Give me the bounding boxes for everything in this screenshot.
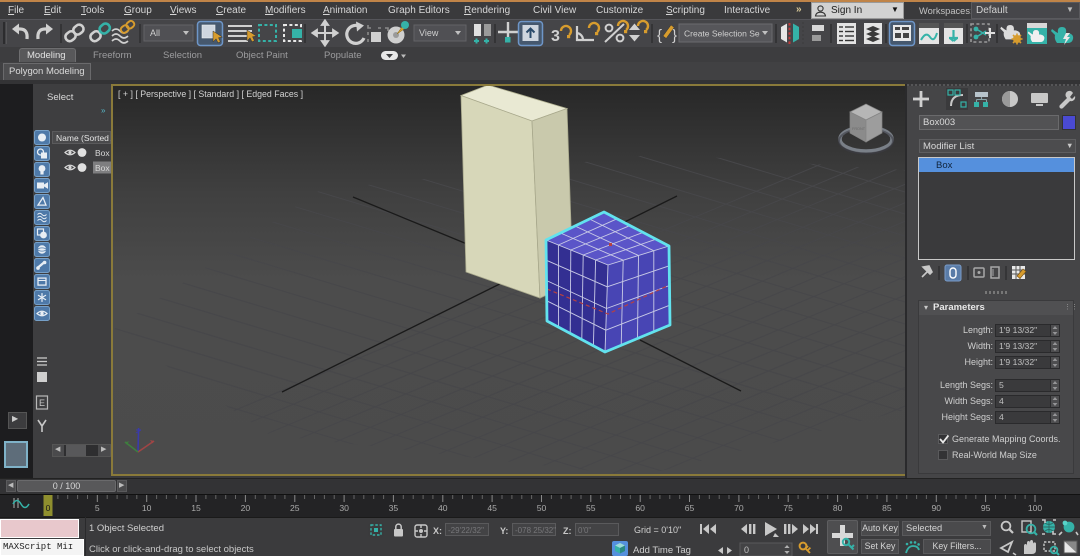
svg-text:45: 45 <box>487 503 497 513</box>
svg-text:20: 20 <box>241 503 251 513</box>
svg-text:75: 75 <box>783 503 793 513</box>
svg-text:[ + ] [ Perspective ] [ Standa: [ + ] [ Perspective ] [ Standard ] [ Edg… <box>118 89 303 99</box>
svg-text:25: 25 <box>290 503 300 513</box>
svg-text:All: All <box>150 28 160 38</box>
svg-text:65: 65 <box>685 503 695 513</box>
svg-text:{: { <box>657 27 662 44</box>
svg-text:70: 70 <box>734 503 744 513</box>
svg-text:35: 35 <box>389 503 399 513</box>
svg-text:90: 90 <box>932 503 942 513</box>
svg-text:80: 80 <box>833 503 843 513</box>
svg-text:55: 55 <box>586 503 596 513</box>
svg-text:Box: Box <box>95 148 110 158</box>
svg-text:30: 30 <box>339 503 349 513</box>
svg-text:Create Selection Se: Create Selection Se <box>684 29 760 39</box>
svg-text:40: 40 <box>438 503 448 513</box>
svg-text:Box: Box <box>95 163 110 173</box>
svg-text:10: 10 <box>142 503 152 513</box>
svg-text:60: 60 <box>635 503 645 513</box>
svg-text:100: 100 <box>1028 503 1043 513</box>
svg-text:FRONT: FRONT <box>852 127 866 131</box>
svg-text:15: 15 <box>191 503 201 513</box>
svg-text:50: 50 <box>537 503 547 513</box>
svg-text:0: 0 <box>744 545 749 555</box>
svg-text:85: 85 <box>882 503 892 513</box>
svg-text:95: 95 <box>981 503 991 513</box>
svg-text:View: View <box>419 28 439 38</box>
svg-text:0: 0 <box>46 503 51 513</box>
svg-text:3: 3 <box>551 28 560 45</box>
svg-text:5: 5 <box>95 503 100 513</box>
